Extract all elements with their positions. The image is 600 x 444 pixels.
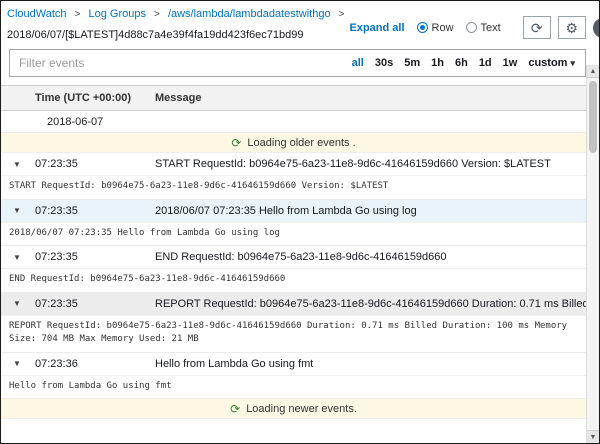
- loading-newer-row: ⟳ Loading newer events.: [1, 399, 586, 419]
- date-divider-label: 2018-06-07: [47, 116, 103, 128]
- range-1h[interactable]: 1h: [431, 57, 444, 69]
- caret-down-icon: ▾: [570, 58, 575, 69]
- vertical-scrollbar[interactable]: ▲ ▼: [586, 65, 599, 443]
- topbar: CloudWatch > Log Groups > /aws/lambda/la…: [1, 1, 599, 47]
- collapse-row-icon[interactable]: ▼: [1, 160, 35, 169]
- help-button[interactable]: ?: [593, 18, 600, 38]
- log-event-row[interactable]: ▼ 07:23:35 REPORT RequestId: b0964e75-6a…: [1, 293, 586, 316]
- view-controls: Expand all Row Text ⟳ ⚙ ?: [350, 16, 600, 41]
- range-1d[interactable]: 1d: [479, 57, 492, 69]
- collapse-row-icon[interactable]: ▼: [1, 359, 35, 368]
- collapse-row-icon[interactable]: ▼: [1, 253, 35, 262]
- expand-all-link[interactable]: Expand all: [350, 22, 405, 34]
- range-5m[interactable]: 5m: [404, 57, 420, 69]
- radio-selected-icon: [417, 22, 428, 33]
- collapse-row-icon[interactable]: ▼: [1, 299, 35, 308]
- spinner-icon: ⟳: [230, 403, 240, 415]
- event-detail: 2018/06/07 07:23:35 Hello from Lambda Go…: [1, 223, 586, 247]
- breadcrumb-log-groups[interactable]: Log Groups: [88, 8, 145, 20]
- view-option-text[interactable]: Text: [466, 22, 501, 34]
- cloudwatch-log-events-page: CloudWatch > Log Groups > /aws/lambda/la…: [0, 0, 600, 444]
- header-time-column: Time (UTC +00:00): [35, 92, 147, 104]
- log-stream-name: 2018/06/07/[$LATEST]4d88c7a4e39f4fa19dd4…: [7, 29, 350, 41]
- range-custom-dropdown[interactable]: custom ▾: [528, 57, 575, 69]
- spinner-icon: ⟳: [231, 137, 241, 149]
- refresh-button[interactable]: ⟳: [523, 16, 551, 39]
- event-detail: Hello from Lambda Go using fmt: [1, 376, 586, 400]
- gear-icon: ⚙: [565, 20, 578, 36]
- range-6h[interactable]: 6h: [455, 57, 468, 69]
- collapse-row-icon[interactable]: ▼: [1, 206, 35, 215]
- breadcrumb-separator-icon: >: [339, 9, 345, 20]
- log-event-row[interactable]: ▼ 07:23:35 END RequestId: b0964e75-6a23-…: [1, 246, 586, 269]
- event-detail: REPORT RequestId: b0964e75-6a23-11e8-9d6…: [1, 316, 586, 353]
- radio-unselected-icon: [466, 22, 477, 33]
- table-header: Time (UTC +00:00) Message: [1, 85, 586, 111]
- event-message: 2018/06/07 07:23:35 Hello from Lambda Go…: [147, 205, 586, 217]
- date-divider-row: 2018-06-07: [1, 111, 586, 133]
- loading-older-row: ⟳ Loading older events .: [1, 133, 586, 153]
- main-content: all 30s 5m 1h 6h 1d 1w custom ▾ Time (UT…: [1, 49, 586, 419]
- event-time: 07:23:35: [35, 298, 147, 310]
- filter-bar: all 30s 5m 1h 6h 1d 1w custom ▾: [9, 49, 586, 77]
- time-range-selector: all 30s 5m 1h 6h 1d 1w custom ▾: [344, 57, 585, 69]
- breadcrumb-separator-icon: >: [75, 9, 81, 20]
- breadcrumb-block: CloudWatch > Log Groups > /aws/lambda/la…: [7, 8, 350, 41]
- log-events-table: Time (UTC +00:00) Message 2018-06-07 ⟳ L…: [1, 85, 586, 419]
- filter-events-input[interactable]: [10, 50, 344, 76]
- view-option-text-label: Text: [481, 22, 501, 34]
- loading-older-text: Loading older events .: [247, 137, 355, 149]
- event-time: 07:23:35: [35, 205, 147, 217]
- log-event-row[interactable]: ▼ 07:23:35 START RequestId: b0964e75-6a2…: [1, 153, 586, 176]
- settings-button[interactable]: ⚙: [558, 16, 586, 39]
- header-message-column: Message: [147, 92, 586, 104]
- toolbar-buttons: ⟳ ⚙ ?: [523, 16, 600, 39]
- event-time: 07:23:35: [35, 158, 147, 170]
- event-message: START RequestId: b0964e75-6a23-11e8-9d6c…: [147, 158, 586, 170]
- refresh-icon: ⟳: [531, 20, 543, 36]
- breadcrumb: CloudWatch > Log Groups > /aws/lambda/la…: [7, 8, 350, 20]
- scroll-up-arrow-icon[interactable]: ▲: [587, 65, 599, 78]
- event-time: 07:23:36: [35, 358, 147, 370]
- loading-newer-text: Loading newer events.: [246, 403, 357, 415]
- range-all[interactable]: all: [352, 57, 364, 69]
- range-1w[interactable]: 1w: [503, 57, 518, 69]
- log-event-row[interactable]: ▼ 07:23:35 2018/06/07 07:23:35 Hello fro…: [1, 200, 586, 223]
- scrollbar-thumb[interactable]: [589, 81, 597, 153]
- event-detail: END RequestId: b0964e75-6a23-11e8-9d6c-4…: [1, 269, 586, 293]
- event-time: 07:23:35: [35, 251, 147, 263]
- range-30s[interactable]: 30s: [375, 57, 393, 69]
- event-message: END RequestId: b0964e75-6a23-11e8-9d6c-4…: [147, 251, 586, 263]
- scroll-down-arrow-icon[interactable]: ▼: [587, 430, 599, 443]
- event-message: Hello from Lambda Go using fmt: [147, 358, 586, 370]
- view-option-row-label: Row: [432, 22, 454, 34]
- breadcrumb-separator-icon: >: [154, 9, 160, 20]
- breadcrumb-cloudwatch[interactable]: CloudWatch: [7, 8, 67, 20]
- event-message: REPORT RequestId: b0964e75-6a23-11e8-9d6…: [147, 298, 586, 310]
- view-option-row[interactable]: Row: [417, 22, 454, 34]
- range-custom-label: custom: [528, 57, 567, 69]
- breadcrumb-log-group-name[interactable]: /aws/lambda/lambdadatestwithgo: [168, 8, 331, 20]
- log-event-row[interactable]: ▼ 07:23:36 Hello from Lambda Go using fm…: [1, 353, 586, 376]
- event-detail: START RequestId: b0964e75-6a23-11e8-9d6c…: [1, 176, 586, 200]
